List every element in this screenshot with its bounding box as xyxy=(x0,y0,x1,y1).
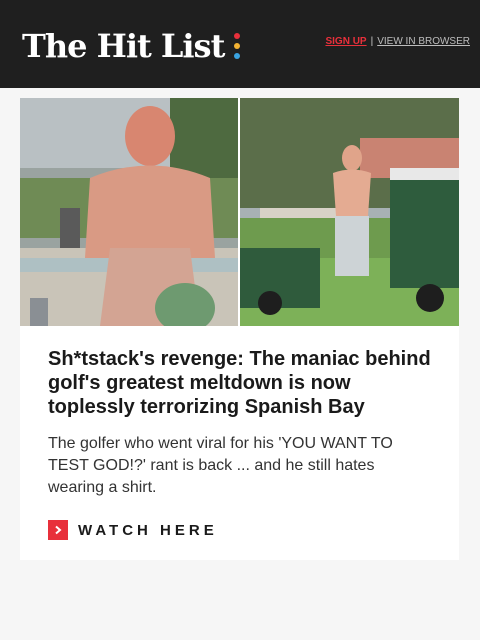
email-header: The Hit List SIGN UP | VIEW IN BROWSER xyxy=(0,0,480,88)
logo-dot-red xyxy=(234,33,241,39)
logo-dot-yellow xyxy=(234,43,241,49)
article-photo[interactable] xyxy=(20,98,459,326)
view-in-browser-link[interactable]: VIEW IN BROWSER xyxy=(377,36,470,47)
photo-right-panel xyxy=(240,98,459,326)
sign-up-link[interactable]: SIGN UP xyxy=(325,36,366,47)
header-links: SIGN UP | VIEW IN BROWSER xyxy=(325,36,470,47)
logo-dots-icon xyxy=(234,33,241,59)
brand-logo[interactable]: The Hit List xyxy=(22,26,241,66)
chevron-right-icon xyxy=(48,520,68,540)
article-dek: The golfer who went viral for his 'YOU W… xyxy=(48,435,393,496)
logo-text: The Hit List xyxy=(22,27,225,65)
article-headline[interactable]: Sh*tstack's revenge: The maniac behind g… xyxy=(48,347,440,419)
photo-left-panel xyxy=(20,98,238,326)
logo-dot-blue xyxy=(234,53,241,59)
article-card: Sh*tstack's revenge: The maniac behind g… xyxy=(20,98,459,560)
watch-here-button[interactable]: WATCH HERE xyxy=(48,520,218,540)
watch-here-label: WATCH HERE xyxy=(78,521,218,539)
link-separator: | xyxy=(370,36,374,47)
